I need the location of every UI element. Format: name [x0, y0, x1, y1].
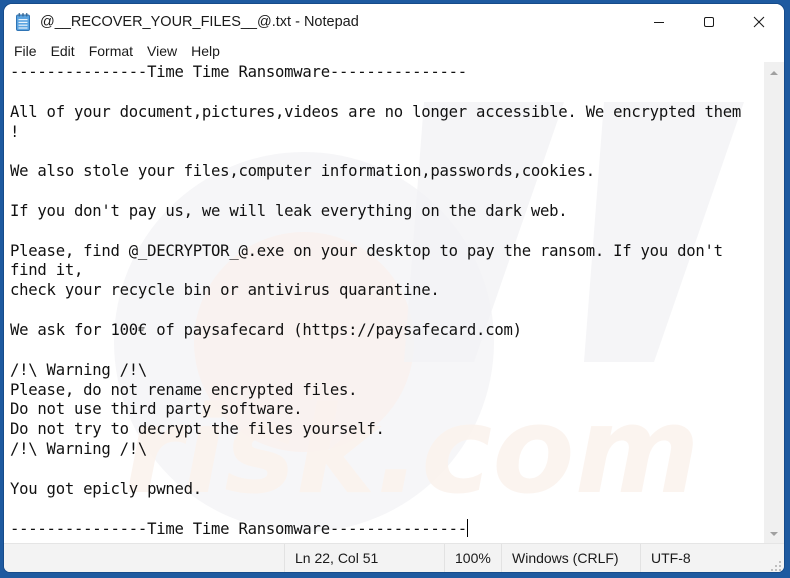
text-line: Please, do not rename encrypted files. — [10, 380, 358, 399]
text-line: We ask for 100€ of paysafecard (https://… — [10, 320, 522, 339]
text-line: /!\ Warning /!\ — [10, 440, 148, 459]
document-text[interactable]: ---------------Time Time Ransomware-----… — [10, 63, 741, 540]
text-editor[interactable]: risk.com ---------------Time Time Ransom… — [4, 62, 764, 543]
text-line: Do not try to decrypt the files yourself… — [10, 420, 385, 439]
text-line: Please, find @_DECRYPTOR_@.exe on your d… — [10, 241, 723, 260]
text-line: You got epicly pwned. — [10, 479, 202, 498]
caption-buttons — [634, 4, 784, 40]
text-line: ---------------Time Time Ransomware-----… — [10, 520, 467, 539]
close-icon — [753, 16, 765, 28]
close-button[interactable] — [734, 4, 784, 40]
notepad-icon — [16, 13, 30, 31]
line-ending: Windows (CRLF) — [501, 544, 619, 572]
triangle-down-icon — [770, 524, 778, 542]
text-line: Do not use third party software. — [10, 400, 303, 419]
resize-grip-icon[interactable] — [770, 559, 782, 571]
minimize-icon — [653, 16, 665, 28]
maximize-button[interactable] — [684, 4, 734, 40]
window-title: @__RECOVER_YOUR_FILES__@.txt - Notepad — [40, 14, 359, 30]
minimize-button[interactable] — [634, 4, 684, 40]
menu-bar: File Edit Format View Help — [4, 40, 784, 62]
scroll-down-button[interactable] — [764, 525, 784, 541]
zoom-level: 100% — [444, 544, 491, 572]
maximize-icon — [703, 16, 715, 28]
scroll-up-button[interactable] — [764, 64, 784, 80]
text-line: check your recycle bin or antivirus quar… — [10, 281, 440, 300]
text-line: /!\ Warning /!\ — [10, 360, 148, 379]
menu-file[interactable]: File — [8, 40, 43, 62]
encoding: UTF-8 — [640, 544, 691, 572]
status-bar: Ln 22, Col 51 100% Windows (CRLF) UTF-8 — [4, 543, 784, 572]
text-line: ! — [10, 122, 20, 141]
triangle-up-icon — [770, 63, 778, 81]
menu-format[interactable]: Format — [83, 40, 139, 62]
notepad-window: @__RECOVER_YOUR_FILES__@.txt - Notepad F… — [4, 4, 784, 572]
text-line: All of your document,pictures,videos are… — [10, 102, 742, 121]
text-line: ---------------Time Time Ransomware-----… — [10, 63, 467, 81]
title-bar[interactable]: @__RECOVER_YOUR_FILES__@.txt - Notepad — [4, 4, 784, 40]
cursor-position: Ln 22, Col 51 — [284, 544, 378, 572]
menu-edit[interactable]: Edit — [45, 40, 81, 62]
text-line: find it, — [10, 261, 84, 280]
text-line: If you don't pay us, we will leak everyt… — [10, 201, 568, 220]
text-line: We also stole your files,computer inform… — [10, 162, 595, 181]
menu-view[interactable]: View — [141, 40, 183, 62]
vertical-scrollbar[interactable] — [764, 62, 784, 543]
text-caret — [466, 519, 468, 538]
menu-help[interactable]: Help — [185, 40, 226, 62]
